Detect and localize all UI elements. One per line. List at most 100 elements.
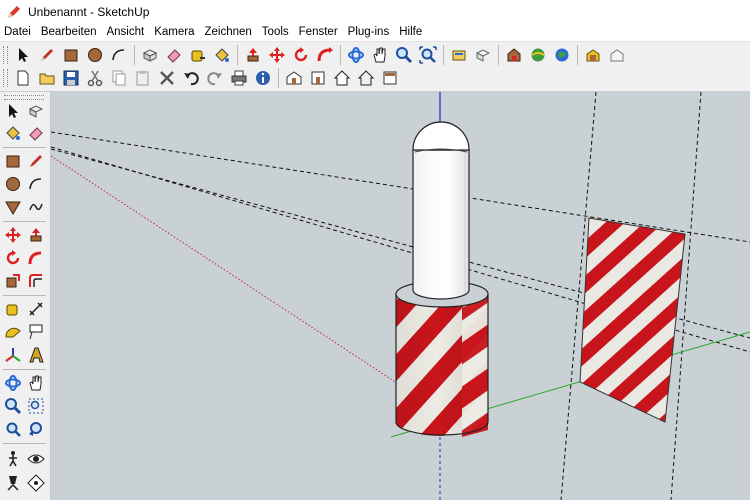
tape-measure-button[interactable] (2, 298, 24, 320)
extension-warehouse-button[interactable] (583, 45, 604, 66)
toolbar-main (0, 41, 750, 68)
menu-hilfe[interactable]: Hilfe (394, 24, 427, 41)
get-models-button[interactable] (449, 45, 470, 66)
cut-button[interactable] (85, 68, 106, 89)
zoom-tool-button[interactable] (394, 45, 415, 66)
orbit-tool-button[interactable] (346, 45, 367, 66)
make-component-button[interactable] (25, 100, 47, 122)
menu-zeichnen[interactable]: Zeichnen (199, 24, 256, 41)
walk-icon (9, 451, 17, 467)
line-tool-button[interactable] (37, 45, 58, 66)
paint-bucket-button[interactable] (212, 45, 233, 66)
outline-house-button[interactable] (356, 68, 377, 89)
axes-icon (5, 348, 21, 362)
protractor-tool-button[interactable] (2, 321, 24, 343)
zoom-extents-button[interactable] (418, 45, 439, 66)
select-tool-button[interactable] (2, 100, 24, 122)
rotate-tool-button[interactable] (291, 45, 312, 66)
tape-measure-icon (6, 304, 18, 316)
walk-tool-button[interactable] (2, 448, 24, 470)
zoom-extents-icon (419, 46, 437, 64)
move-tool-button[interactable] (2, 224, 24, 246)
position-camera-button[interactable] (2, 472, 24, 494)
previous-view-button[interactable] (25, 418, 47, 440)
look-around-button[interactable] (25, 448, 47, 470)
follow-me-button[interactable] (25, 247, 47, 269)
pan-tool-button[interactable] (370, 45, 391, 66)
home-view-button[interactable] (332, 68, 353, 89)
follow-me-button[interactable] (315, 45, 336, 66)
zoom-extents-button[interactable] (2, 418, 24, 440)
move-icon (269, 47, 285, 63)
polygon-tool-button[interactable] (2, 196, 24, 218)
scale-tool-button[interactable] (2, 270, 24, 292)
axes-tool-button[interactable] (2, 344, 24, 366)
circle-tool-button[interactable] (85, 45, 106, 66)
toolbar-grip[interactable] (3, 46, 8, 64)
undo-icon (184, 72, 199, 86)
tape-measure-button[interactable] (188, 45, 209, 66)
arc-tool-button[interactable] (25, 173, 47, 195)
menu-datei[interactable]: Datei (0, 24, 36, 41)
share-component-button[interactable] (607, 45, 628, 66)
model-info-button[interactable] (253, 68, 274, 89)
section-plane-button[interactable] (25, 472, 47, 494)
rotate-tool-button[interactable] (2, 247, 24, 269)
new-file-button[interactable] (13, 68, 34, 89)
striped-panel (579, 217, 686, 423)
menu-bearbeiten[interactable]: Bearbeiten (36, 24, 102, 41)
text-tool-button[interactable] (25, 321, 47, 343)
select-arrow-icon (9, 104, 18, 118)
geo-location-button[interactable] (528, 45, 549, 66)
toolbar-grip[interactable] (3, 69, 8, 87)
3d-text-button[interactable] (25, 344, 47, 366)
eraser-tool-button[interactable] (164, 45, 185, 66)
undo-button[interactable] (181, 68, 202, 89)
previous-view-icon (29, 422, 42, 436)
menu-fenster[interactable]: Fenster (294, 24, 343, 41)
model-viewport[interactable] (51, 92, 750, 500)
pan-hand-icon (29, 375, 42, 391)
make-component-button[interactable] (140, 45, 161, 66)
paste-button[interactable] (133, 68, 154, 89)
copy-button[interactable] (109, 68, 130, 89)
redo-button[interactable] (205, 68, 226, 89)
push-pull-button[interactable] (243, 45, 264, 66)
circle-tool-button[interactable] (2, 173, 24, 195)
rectangle-tool-button[interactable] (61, 45, 82, 66)
iso-view-button[interactable] (284, 68, 305, 89)
menu-tools[interactable]: Tools (257, 24, 294, 41)
menu-kamera[interactable]: Kamera (149, 24, 199, 41)
save-file-button[interactable] (61, 68, 82, 89)
zoom-window-button[interactable] (25, 395, 47, 417)
paint-bucket-button[interactable] (2, 122, 24, 144)
component-store-button[interactable] (504, 45, 525, 66)
offset-tool-button[interactable] (25, 270, 47, 292)
line-tool-button[interactable] (25, 150, 47, 172)
menu-plugins[interactable]: Plug-ins (343, 24, 395, 41)
zoom-tool-button[interactable] (2, 395, 24, 417)
open-file-button[interactable] (37, 68, 58, 89)
arc-tool-button[interactable] (109, 45, 130, 66)
front-view-button[interactable] (308, 68, 329, 89)
viewport-scene (51, 92, 750, 500)
print-button[interactable] (229, 68, 250, 89)
text-label-icon (29, 324, 43, 340)
rectangle-tool-button[interactable] (2, 150, 24, 172)
eraser-tool-button[interactable] (25, 122, 47, 144)
menu-ansicht[interactable]: Ansicht (101, 24, 149, 41)
outline-house-icon (357, 70, 375, 86)
orbit-tool-button[interactable] (2, 372, 24, 394)
select-tool-button[interactable] (13, 45, 34, 66)
pencil-line-icon (41, 49, 53, 61)
dimension-tool-button[interactable] (25, 298, 47, 320)
share-component-icon (610, 49, 624, 62)
pan-tool-button[interactable] (25, 372, 47, 394)
push-pull-button[interactable] (25, 224, 47, 246)
photo-textures-button[interactable] (552, 45, 573, 66)
delete-button[interactable] (157, 68, 178, 89)
move-tool-button[interactable] (267, 45, 288, 66)
top-view-button[interactable] (380, 68, 401, 89)
freehand-tool-button[interactable] (25, 196, 47, 218)
share-model-button[interactable] (473, 45, 494, 66)
